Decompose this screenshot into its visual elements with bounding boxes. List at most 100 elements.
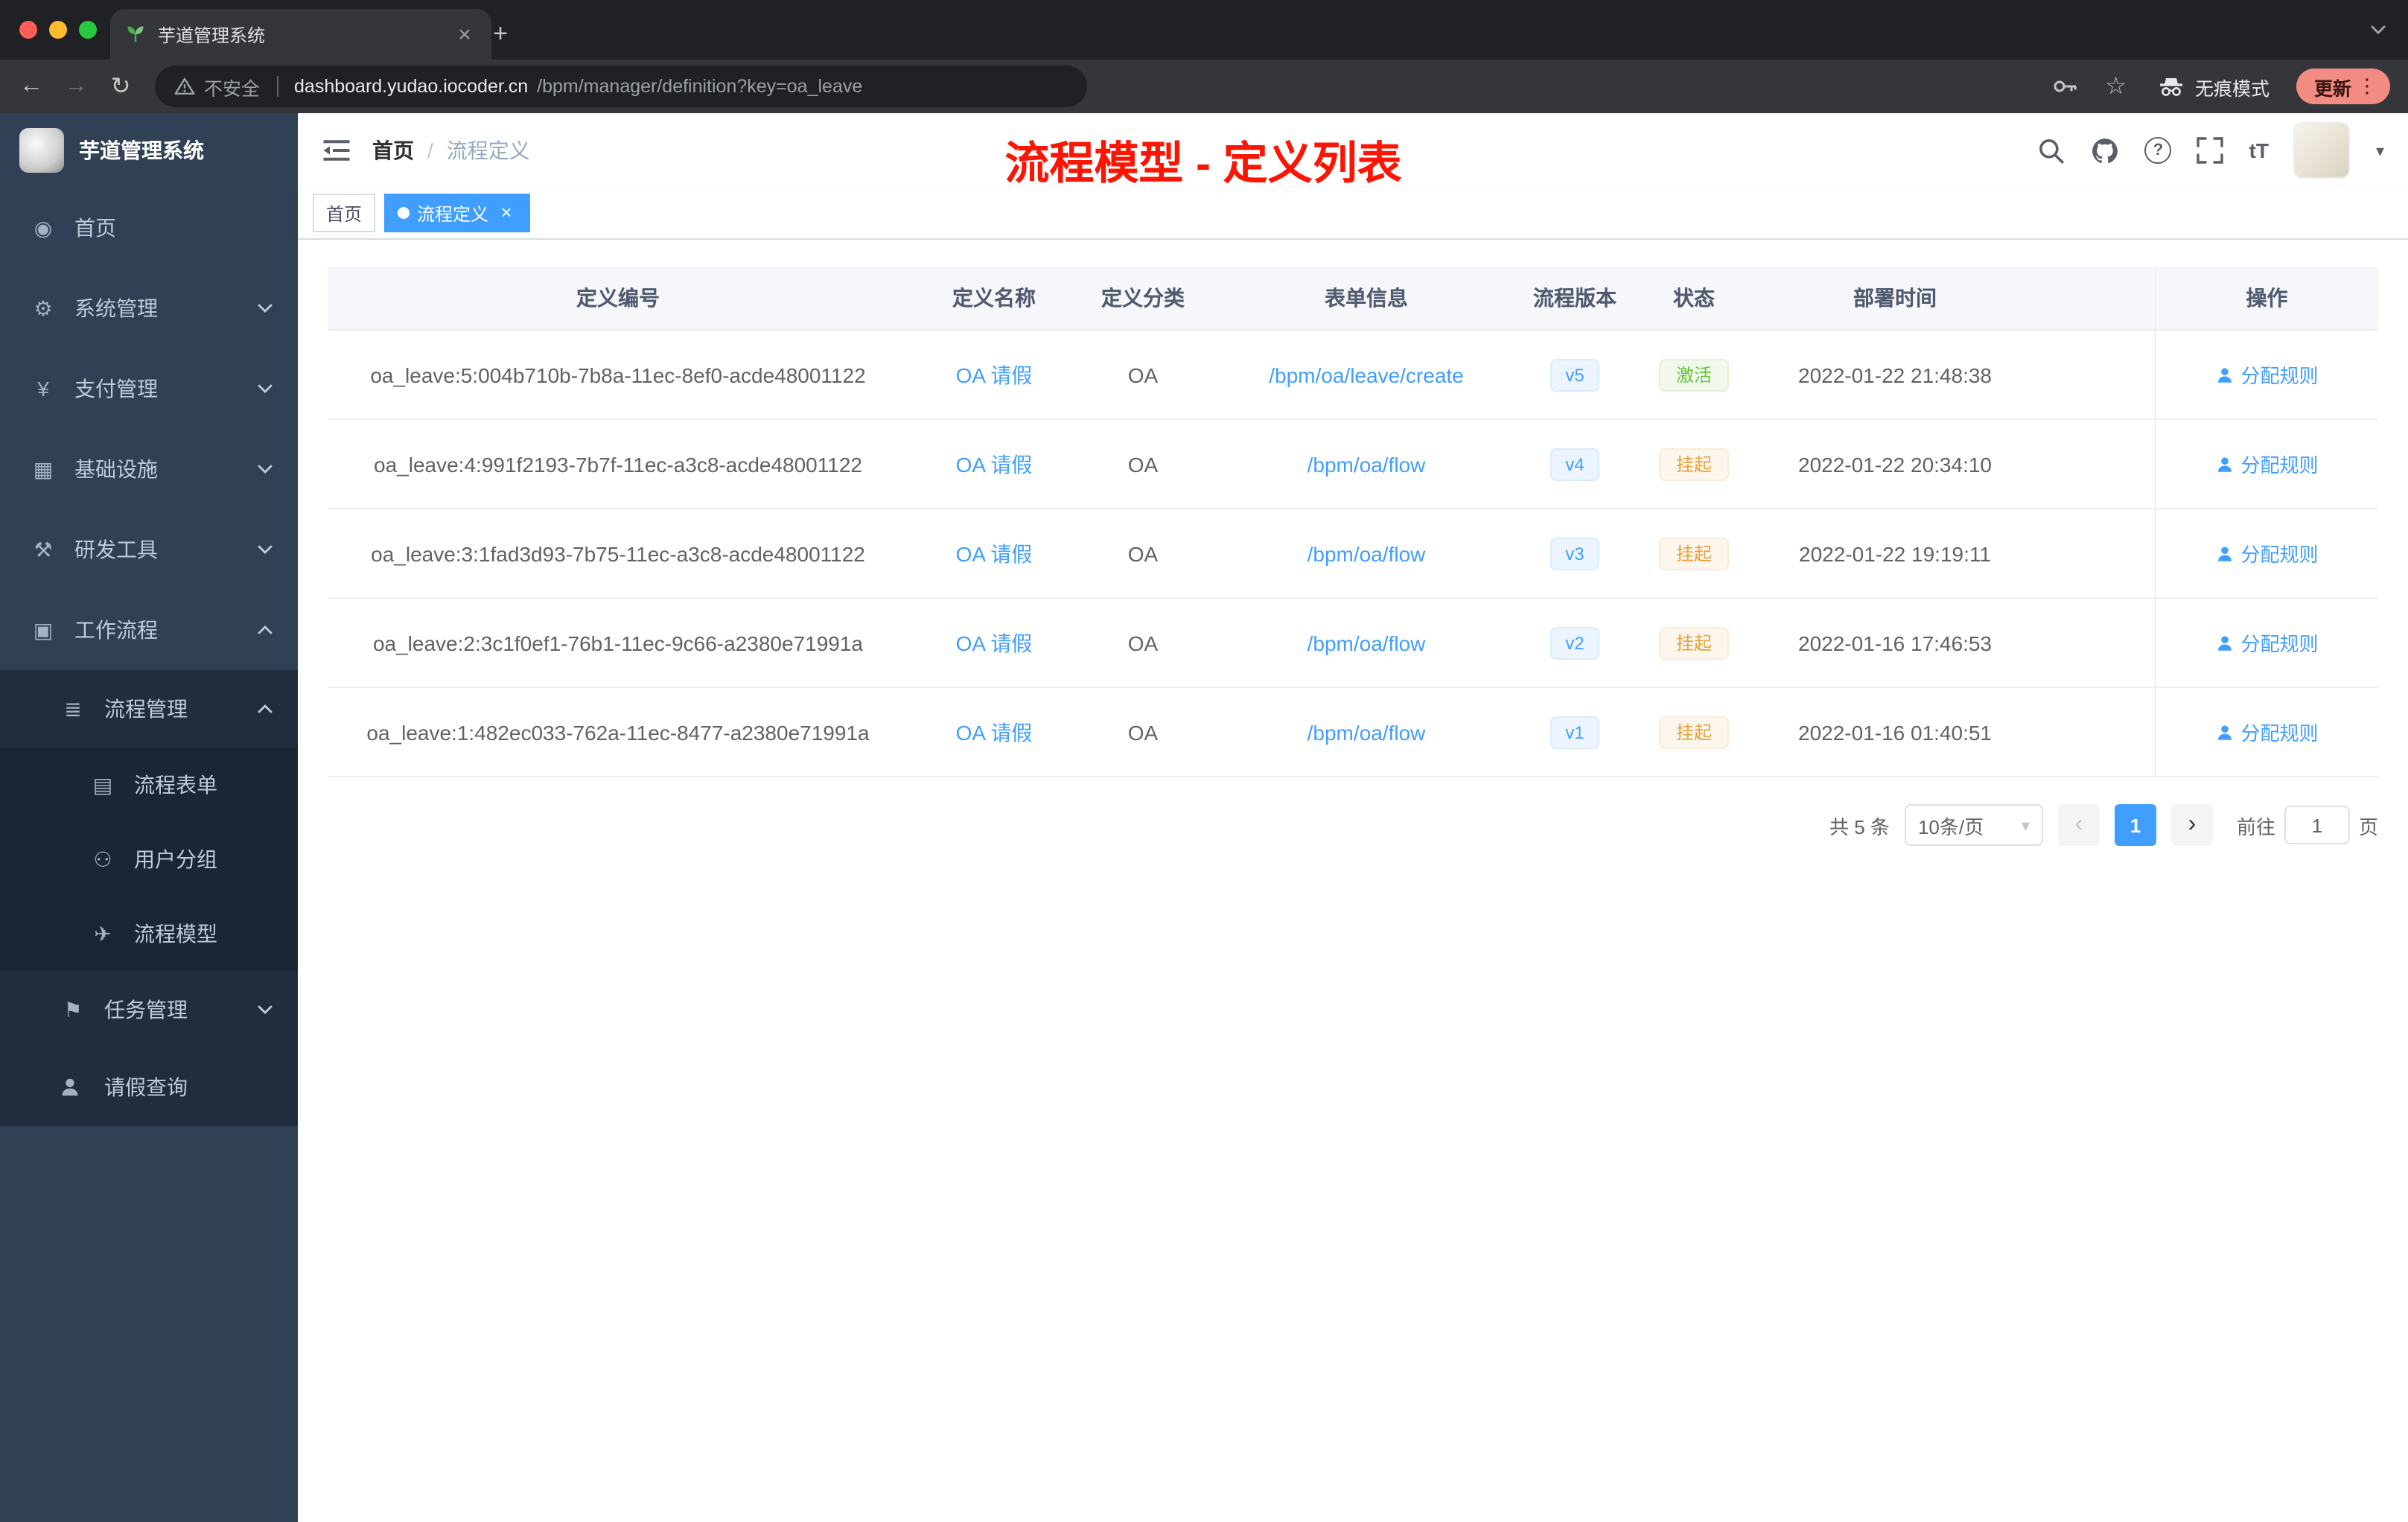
column-header: 流程版本 — [1526, 267, 1623, 331]
back-button[interactable]: ← — [12, 67, 51, 106]
browser-toolbar: ← → ↻ 不安全 dashboard.yudao.iocoder.cn/bpm… — [0, 60, 2408, 113]
status-badge: 挂起 — [1659, 716, 1728, 748]
user-avatar[interactable] — [2293, 122, 2351, 179]
sidebar-item-process-model[interactable]: ✈ 流程模型 — [0, 897, 298, 971]
tag-home[interactable]: 首页 — [313, 194, 376, 232]
browser-tab[interactable]: 芋道管理系统 × — [110, 9, 491, 60]
assign-rule-link[interactable]: 分配规则 — [2215, 628, 2319, 657]
page-number-button[interactable]: 1 — [2114, 804, 2156, 846]
column-header: 部署时间 — [1765, 267, 2025, 331]
tools-icon: ⚒ — [34, 537, 53, 561]
fullscreen-icon[interactable] — [2197, 137, 2224, 164]
form-info-link[interactable]: /bpm/oa/flow — [1307, 452, 1426, 476]
assign-rule-link[interactable]: 分配规则 — [2215, 360, 2319, 389]
zoom-window-button[interactable] — [79, 21, 97, 39]
breadcrumb-current: 流程定义 — [446, 138, 530, 162]
search-icon[interactable] — [2038, 136, 2066, 165]
form-info-link[interactable]: /bpm/oa/flow — [1307, 541, 1426, 565]
page-size-select[interactable]: 10条/页 ▾ — [1904, 804, 2043, 846]
definition-category: OA — [1080, 687, 1206, 777]
definition-name-link[interactable]: OA 请假 — [956, 720, 1033, 744]
forward-button[interactable]: → — [57, 67, 95, 106]
incognito-label: 无痕模式 — [2194, 78, 2270, 99]
assign-rule-link[interactable]: 分配规则 — [2215, 539, 2319, 567]
close-window-button[interactable] — [19, 21, 37, 39]
definition-name-link[interactable]: OA 请假 — [956, 452, 1033, 476]
sidebar-item-label: 研发工具 — [74, 538, 158, 561]
workflow-icon: ▣ — [33, 617, 54, 641]
assign-rule-link[interactable]: 分配规则 — [2215, 450, 2319, 478]
tag-label: 首页 — [326, 203, 363, 224]
column-header: 定义编号 — [328, 267, 908, 331]
sidebar-item-home[interactable]: ◉ 首页 — [0, 188, 298, 268]
reload-button[interactable]: ↻ — [101, 67, 140, 106]
url-domain: dashboard.yudao.iocoder.cn — [294, 76, 529, 97]
sidebar-item-payment-management[interactable]: ¥ 支付管理 — [0, 348, 298, 429]
sidebar-item-infrastructure[interactable]: ▦ 基础设施 — [0, 429, 298, 509]
definition-name-link[interactable]: OA 请假 — [956, 363, 1033, 386]
filler-cell — [2025, 509, 2155, 599]
person-icon — [2217, 456, 2232, 471]
deploy-time: 2022-01-16 01:40:51 — [1765, 687, 2025, 777]
deploy-time: 2022-01-22 21:48:38 — [1765, 330, 2025, 420]
new-tab-button[interactable]: + — [482, 16, 518, 52]
version-badge: v1 — [1550, 716, 1599, 748]
tag-close-icon[interactable]: × — [496, 203, 517, 223]
definition-category: OA — [1080, 330, 1206, 420]
page-size-value: 10条/页 — [1917, 815, 1984, 838]
sidebar-item-leave-query[interactable]: 请假查询 — [0, 1048, 298, 1126]
sidebar-item-workflow[interactable]: ▣ 工作流程 — [0, 590, 298, 670]
form-info-link[interactable]: /bpm/oa/flow — [1307, 720, 1426, 744]
breadcrumb-home[interactable]: 首页 — [372, 136, 414, 165]
bookmark-star-icon[interactable]: ☆ — [2105, 71, 2127, 101]
sidebar-item-system-management[interactable]: ⚙ 系统管理 — [0, 268, 298, 348]
tag-process-definition[interactable]: 流程定义 × — [384, 194, 531, 232]
tab-close-icon[interactable]: × — [453, 22, 477, 47]
avatar-caret-icon[interactable]: ▾ — [2376, 141, 2384, 160]
active-dot — [398, 207, 410, 219]
definition-name-link[interactable]: OA 请假 — [956, 631, 1033, 655]
next-page-button[interactable]: › — [2170, 804, 2213, 846]
prev-page-button[interactable]: ‹ — [2057, 804, 2100, 846]
table-row: oa_leave:2:3c1f0ef1-76b1-11ec-9c66-a2380… — [328, 598, 2378, 688]
definition-id: oa_leave:5:004b710b-7b8a-11ec-8ef0-acde4… — [328, 330, 908, 420]
sidebar-item-task-management[interactable]: ⚑ 任务管理 — [0, 971, 298, 1048]
infrastructure-icon: ▦ — [33, 456, 54, 480]
sidebar-toggle-hamburger-icon[interactable] — [322, 136, 351, 165]
sidebar-item-process-management[interactable]: ≣ 流程管理 — [0, 670, 298, 748]
sidebar-item-label: 流程模型 — [134, 922, 217, 946]
tab-favicon-leaf-icon — [127, 26, 144, 42]
update-button[interactable]: 更新 ⋮ — [2296, 69, 2390, 104]
form-info-link[interactable]: /bpm/oa/leave/create — [1269, 363, 1464, 386]
github-icon[interactable] — [2092, 136, 2120, 165]
breadcrumb: 首页 / 流程定义 — [372, 136, 530, 165]
help-question-icon[interactable]: ? — [2144, 137, 2172, 164]
form-info-link[interactable]: /bpm/oa/flow — [1307, 631, 1426, 655]
sidebar-item-label: 流程表单 — [134, 773, 217, 797]
sidebar-item-dev-tools[interactable]: ⚒ 研发工具 — [0, 509, 298, 590]
status-badge: 激活 — [1659, 358, 1728, 391]
browser-menu-kebab-icon[interactable]: ⋮ — [2351, 74, 2383, 98]
filler-cell — [2025, 687, 2155, 777]
tab-search-chevron-icon[interactable] — [2369, 21, 2387, 39]
table-header-row: 定义编号 定义名称 定义分类 表单信息 流程版本 状态 部署时间 操作 — [328, 267, 2378, 331]
incognito-badge: 无痕模式 — [2158, 72, 2270, 101]
password-key-icon[interactable] — [2051, 73, 2078, 100]
update-label: 更新 — [2313, 78, 2351, 99]
page-goto-input[interactable] — [2284, 806, 2350, 844]
definition-id: oa_leave:1:482ec033-762a-11ec-8477-a2380… — [328, 687, 908, 777]
sidebar-item-user-group[interactable]: ⚇ 用户分组 — [0, 822, 298, 897]
column-header-filler — [2025, 267, 2155, 331]
breadcrumb-separator: / — [427, 138, 433, 162]
page-unit-label: 页 — [2358, 815, 2378, 838]
gear-icon: ⚙ — [34, 296, 53, 319]
url-path: /bpm/manager/definition?key=oa_leave — [537, 76, 863, 97]
font-size-icon[interactable]: tT — [2249, 138, 2269, 162]
address-bar[interactable]: 不安全 dashboard.yudao.iocoder.cn/bpm/manag… — [155, 66, 1087, 107]
minimize-window-button[interactable] — [49, 21, 67, 39]
sidebar-item-label: 工作流程 — [74, 618, 158, 642]
sidebar-item-process-form[interactable]: ▤ 流程表单 — [0, 748, 298, 822]
logo-title: 芋道管理系统 — [79, 138, 204, 162]
definition-name-link[interactable]: OA 请假 — [956, 541, 1033, 565]
assign-rule-link[interactable]: 分配规则 — [2215, 718, 2319, 746]
